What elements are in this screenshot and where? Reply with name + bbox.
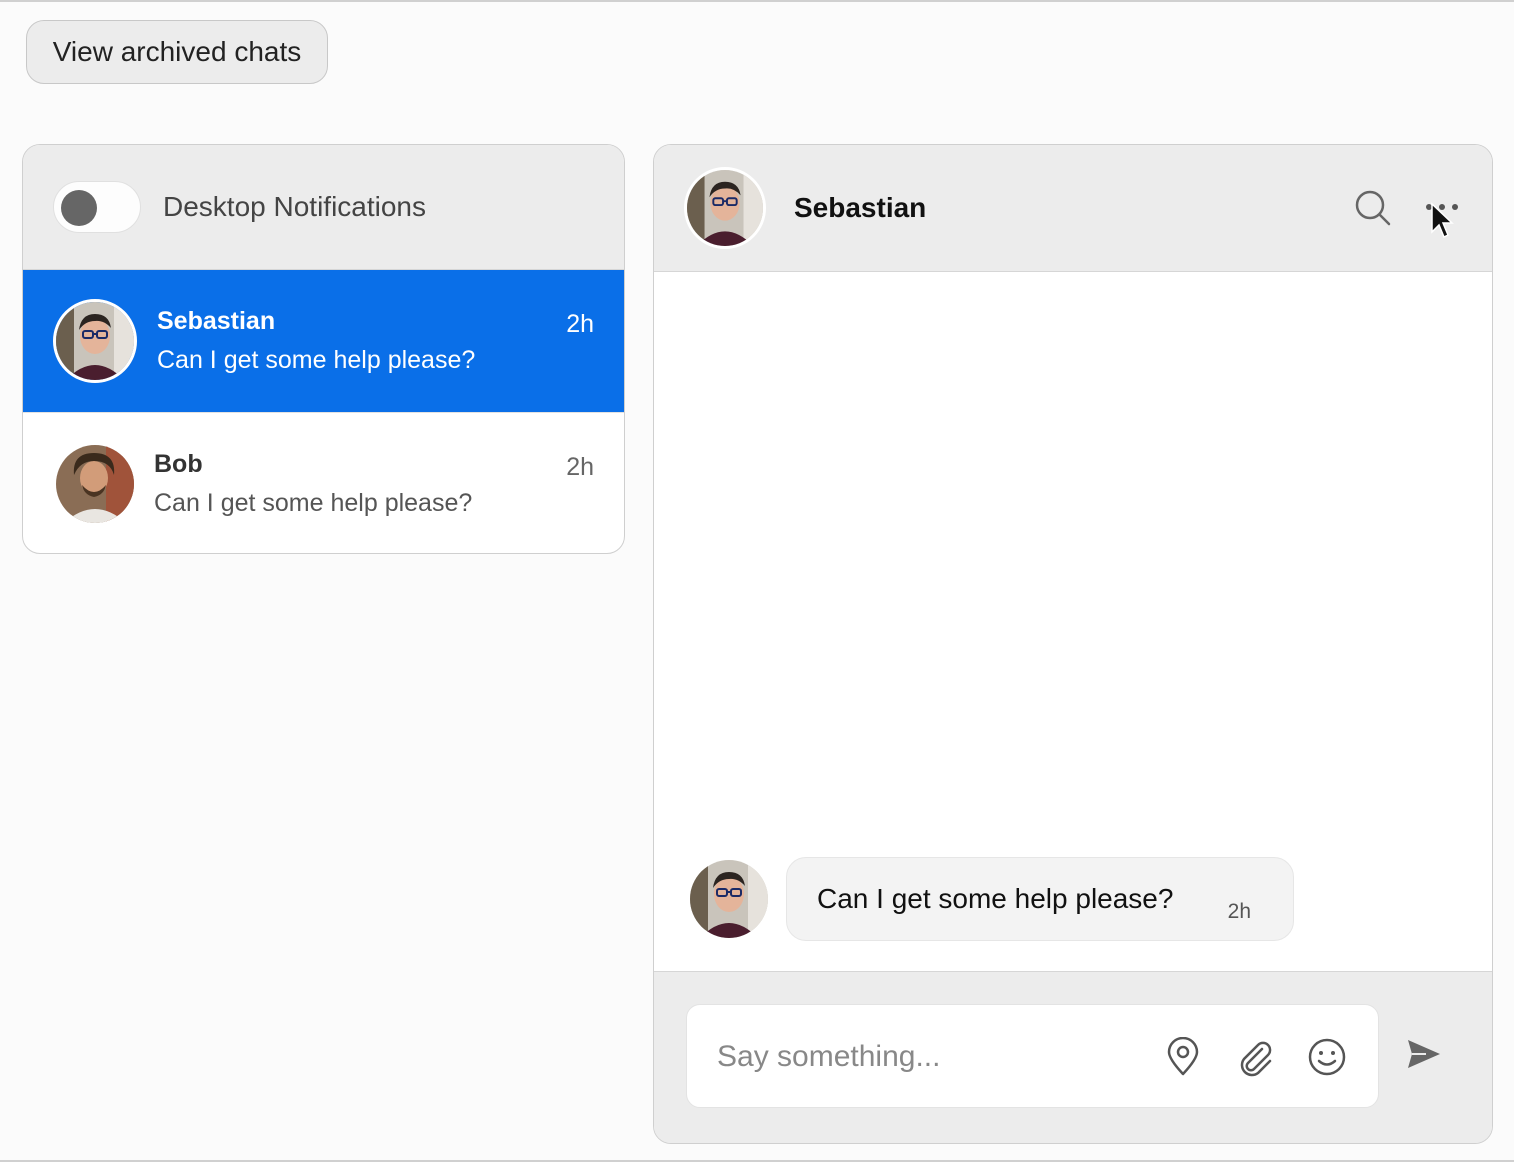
toggle-knob — [61, 190, 97, 226]
chat-list-header: Desktop Notifications — [23, 145, 624, 270]
conversation-panel: Sebastian Can I get some help please? 2h… — [653, 144, 1493, 1144]
conversation-title: Sebastian — [794, 192, 927, 223]
chat-list-panel: Desktop Notifications Sebastian Can I ge… — [22, 144, 625, 554]
avatar-sebastian — [690, 860, 768, 938]
chat-list-item-sebastian[interactable]: Sebastian Can I get some help please? 2h — [23, 270, 624, 412]
message-time: 2h — [1227, 900, 1251, 923]
conversation-header: Sebastian — [654, 145, 1492, 272]
view-archived-chats-button[interactable]: View archived chats — [26, 20, 328, 84]
smiley-icon[interactable] — [1307, 1037, 1347, 1082]
chat-preview: Can I get some help please? — [157, 346, 476, 374]
search-icon[interactable] — [1354, 189, 1392, 232]
mouse-cursor-icon — [1430, 202, 1454, 245]
chat-time: 2h — [566, 310, 594, 338]
send-icon[interactable] — [1406, 1036, 1442, 1077]
avatar-sebastian — [53, 299, 137, 383]
message-input-box — [686, 1004, 1379, 1108]
message-row: Can I get some help please? 2h — [690, 857, 1294, 941]
desktop-notifications-label: Desktop Notifications — [163, 191, 427, 222]
avatar-sebastian — [684, 167, 766, 249]
avatar-bob — [56, 444, 134, 523]
chat-name: Bob — [154, 449, 203, 478]
message-composer — [654, 971, 1492, 1143]
paperclip-icon[interactable] — [1235, 1037, 1275, 1082]
location-pin-icon[interactable] — [1163, 1036, 1203, 1082]
message-input[interactable] — [717, 1033, 1117, 1081]
chat-preview: Can I get some help please? — [154, 488, 473, 517]
chat-time: 2h — [566, 453, 594, 481]
chat-name: Sebastian — [157, 307, 276, 335]
desktop-notifications-toggle[interactable] — [53, 181, 141, 233]
message-bubble: Can I get some help please? 2h — [786, 857, 1294, 941]
chat-list-item-bob[interactable]: Bob Can I get some help please? 2h — [23, 412, 624, 553]
message-text: Can I get some help please? — [817, 883, 1174, 914]
message-list: Can I get some help please? 2h — [654, 272, 1492, 972]
